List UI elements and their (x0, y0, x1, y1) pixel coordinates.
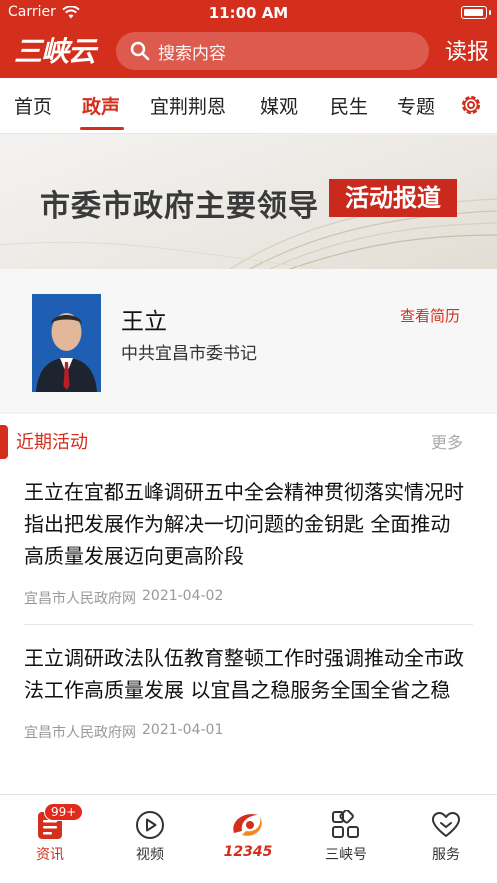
section-marker (0, 425, 8, 459)
app-logo: 三峡云 (14, 35, 96, 68)
recent-activities: 近期活动 更多 王立在宜都五峰调研五中全会精神贯彻落实情况时指出把发展作为解决一… (0, 414, 497, 794)
tab-livelihood[interactable]: 民生 (330, 92, 368, 119)
read-newspaper-button[interactable]: 读报 (445, 34, 489, 66)
list-item[interactable]: 王立在宜都五峰调研五中全会精神贯彻落实情况时指出把发展作为解决一切问题的金钥匙 … (24, 476, 469, 608)
leader-card: 王立 中共宜昌市委书记 查看简历 (0, 269, 497, 412)
list-item[interactable]: 王立调研政法队伍教育整顿工作时强调推动全市政法工作高质量发展 以宜昌之稳服务全国… (24, 642, 469, 742)
banner-title: 市委市政府主要领导 (40, 189, 319, 224)
bottom-nav: 资讯 99+ 视频 12345 三峡号 服务 (0, 794, 497, 883)
tab-topics[interactable]: 专题 (397, 92, 435, 119)
tab-yijingjingen[interactable]: 宜荆荆恩 (150, 92, 226, 119)
search-input[interactable]: 搜索内容 (116, 32, 429, 70)
nav-label: 视频 (136, 847, 164, 863)
hotline-logo (233, 814, 262, 836)
article-date: 2021-04-01 (142, 722, 224, 738)
leader-name: 王立 (121, 309, 167, 335)
article-source: 宜昌市人民政府网 (24, 725, 136, 741)
banner-tag: 活动报道 (329, 179, 457, 217)
view-resume-link[interactable]: 查看简历 (400, 305, 460, 326)
heart-service-icon (432, 812, 460, 837)
article-meta: 宜昌市人民政府网 2021-04-01 (24, 722, 469, 742)
tab-politics[interactable]: 政声 (82, 92, 120, 119)
gear-icon[interactable] (458, 92, 484, 118)
leaders-banner[interactable]: 市委市政府主要领导 活动报道 (0, 135, 497, 269)
tab-media[interactable]: 媒观 (260, 92, 298, 119)
nav-hotline[interactable]: 12345 (208, 809, 288, 860)
nav-label: 三峡号 (325, 847, 367, 863)
grid-icon (332, 810, 359, 838)
search-placeholder: 搜索内容 (158, 43, 226, 64)
channel-tabs: 首页 政声 宜荆荆恩 媒观 民生 专题 (0, 78, 497, 134)
leader-portrait (32, 294, 101, 392)
article-headline: 王立调研政法队伍教育整顿工作时强调推动全市政法工作高质量发展 以宜昌之稳服务全国… (24, 646, 464, 702)
article-meta: 宜昌市人民政府网 2021-04-02 (24, 588, 469, 608)
play-icon (136, 811, 164, 839)
nav-label: 资讯 (36, 847, 64, 863)
status-bar: Carrier 11:00 AM (0, 0, 497, 26)
active-tab-indicator (80, 127, 124, 130)
nav-service[interactable]: 服务 (406, 809, 486, 864)
section-title: 近期活动 (16, 432, 88, 453)
article-headline: 王立在宜都五峰调研五中全会精神贯彻落实情况时指出把发展作为解决一切问题的金钥匙 … (24, 480, 464, 568)
battery-icon (461, 6, 491, 19)
article-date: 2021-04-02 (142, 588, 224, 604)
nav-label: 服务 (432, 847, 460, 863)
nav-video[interactable]: 视频 (110, 809, 190, 864)
nav-sanxiahao[interactable]: 三峡号 (306, 809, 386, 864)
unread-badge: 99+ (44, 803, 84, 821)
portrait-figure (36, 313, 97, 392)
leader-role: 中共宜昌市委书记 (121, 344, 257, 364)
divider (24, 624, 473, 625)
clock: 11:00 AM (208, 4, 289, 22)
app-header: Carrier 11:00 AM 三峡云 搜索内容 读报 (0, 0, 497, 78)
search-icon (130, 41, 150, 61)
article-source: 宜昌市人民政府网 (24, 591, 136, 607)
hotline-number: 12345 (223, 844, 273, 860)
more-link[interactable]: 更多 (431, 429, 463, 453)
tab-home[interactable]: 首页 (14, 92, 52, 119)
